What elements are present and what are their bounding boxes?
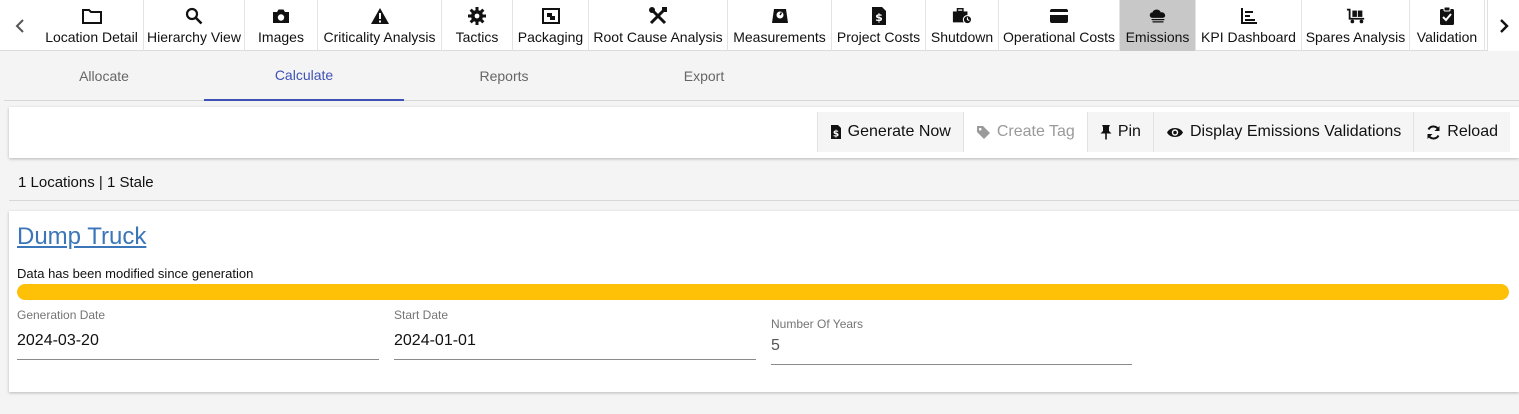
tool-label: Spares Analysis bbox=[1305, 29, 1406, 45]
stale-status-message: Data has been modified since generation bbox=[17, 266, 254, 281]
tab-calculate[interactable]: Calculate bbox=[204, 51, 404, 101]
tool-tactics[interactable]: Tactics bbox=[442, 0, 513, 51]
eye-icon bbox=[1166, 127, 1183, 137]
dollar-file-icon: $ bbox=[869, 6, 889, 26]
tool-root-cause-analysis[interactable]: Root Cause Analysis bbox=[589, 0, 728, 51]
package-icon bbox=[541, 6, 561, 26]
tool-kpi-dashboard[interactable]: KPI Dashboard bbox=[1196, 0, 1302, 51]
briefcase-clock-icon bbox=[952, 6, 972, 26]
bar-chart-icon bbox=[1239, 6, 1259, 26]
module-toolbar: Location Detail Hierarchy View Images Cr… bbox=[0, 0, 1519, 51]
dollar-file-icon: $ bbox=[830, 125, 841, 140]
tool-label: Project Costs bbox=[836, 29, 921, 45]
tool-spares-analysis[interactable]: Spares Analysis bbox=[1302, 0, 1410, 51]
svg-text:$: $ bbox=[833, 130, 839, 140]
number-of-years-label: Number Of Years bbox=[771, 317, 864, 331]
tool-label: Location Detail bbox=[45, 29, 138, 45]
stale-progress-fill bbox=[17, 284, 1509, 300]
tool-label: Shutdown bbox=[930, 29, 994, 45]
search-icon bbox=[184, 6, 204, 26]
generate-now-label: Generate Now bbox=[847, 123, 951, 140]
action-bar: $ Generate Now Create Tag Pin Display Em… bbox=[9, 107, 1519, 158]
tool-label: Images bbox=[258, 29, 304, 45]
tools-icon bbox=[648, 6, 668, 26]
location-title-link[interactable]: Dump Truck bbox=[17, 223, 146, 251]
tool-packaging[interactable]: Packaging bbox=[513, 0, 589, 51]
number-of-years-field[interactable]: Number Of Years 5 bbox=[771, 317, 1132, 365]
tool-label: Criticality Analysis bbox=[323, 29, 436, 45]
tool-validation[interactable]: Validation bbox=[1410, 0, 1485, 51]
number-of-years-value: 5 bbox=[771, 337, 780, 354]
tool-label: Root Cause Analysis bbox=[593, 29, 723, 45]
sub-tab-bar: Allocate Calculate Reports Export bbox=[4, 51, 1519, 101]
tool-operational-costs[interactable]: Operational Costs bbox=[999, 0, 1120, 51]
chevron-right-icon bbox=[1499, 18, 1509, 33]
refresh-icon bbox=[1427, 125, 1440, 139]
pin-button[interactable]: Pin bbox=[1086, 112, 1153, 152]
tool-emissions[interactable]: Emissions bbox=[1120, 0, 1196, 51]
reload-label: Reload bbox=[1447, 123, 1498, 140]
create-tag-button[interactable]: Create Tag bbox=[962, 112, 1087, 152]
generation-date-label: Generation Date bbox=[17, 308, 106, 322]
locations-summary: 1 Locations | 1 Stale bbox=[18, 174, 154, 191]
tab-allocate[interactable]: Allocate bbox=[4, 51, 204, 101]
clipboard-check-icon bbox=[1437, 6, 1457, 26]
svg-text:$: $ bbox=[875, 11, 883, 24]
create-tag-label: Create Tag bbox=[996, 123, 1075, 140]
folder-icon bbox=[81, 6, 102, 26]
tool-label: Validation bbox=[1416, 29, 1478, 45]
tool-label: Tactics bbox=[455, 29, 499, 45]
gear-icon bbox=[467, 6, 487, 26]
tag-icon bbox=[976, 125, 990, 139]
cloud-emissions-icon bbox=[1148, 6, 1168, 26]
tool-hierarchy-view[interactable]: Hierarchy View bbox=[144, 0, 245, 51]
scroll-left-button[interactable] bbox=[0, 0, 40, 51]
warning-icon bbox=[370, 6, 390, 26]
reload-button[interactable]: Reload bbox=[1413, 112, 1510, 152]
action-buttons: $ Generate Now Create Tag Pin Display Em… bbox=[816, 112, 1510, 152]
display-validations-label: Display Emissions Validations bbox=[1189, 123, 1402, 140]
start-date-label: Start Date bbox=[394, 308, 449, 322]
pin-icon bbox=[1100, 125, 1112, 140]
tool-measurements[interactable]: Measurements bbox=[728, 0, 832, 51]
divider bbox=[9, 200, 1519, 201]
credit-card-icon bbox=[1049, 6, 1069, 26]
generate-now-button[interactable]: $ Generate Now bbox=[816, 112, 963, 152]
tool-location-detail[interactable]: Location Detail bbox=[40, 0, 144, 51]
tool-label: Emissions bbox=[1125, 29, 1190, 45]
tool-label: Packaging bbox=[517, 29, 584, 45]
tool-project-costs[interactable]: $ Project Costs bbox=[832, 0, 926, 51]
tool-label: Hierarchy View bbox=[147, 29, 241, 45]
tool-label: Operational Costs bbox=[1002, 29, 1116, 45]
chevron-left-icon bbox=[15, 18, 24, 33]
tab-export[interactable]: Export bbox=[604, 51, 804, 101]
scale-icon bbox=[770, 6, 790, 26]
start-date-field[interactable]: Start Date 2024-01-01 bbox=[394, 308, 756, 360]
cart-icon bbox=[1346, 6, 1366, 26]
tool-label: Measurements bbox=[733, 29, 826, 45]
tool-shutdown[interactable]: Shutdown bbox=[926, 0, 999, 51]
display-emissions-validations-button[interactable]: Display Emissions Validations bbox=[1152, 112, 1414, 152]
pin-label: Pin bbox=[1117, 123, 1141, 140]
scroll-right-button[interactable] bbox=[1487, 0, 1519, 51]
tab-reports[interactable]: Reports bbox=[404, 51, 604, 101]
tool-label: KPI Dashboard bbox=[1201, 29, 1296, 45]
stale-progress-bar bbox=[17, 284, 1509, 300]
start-date-value: 2024-01-01 bbox=[394, 332, 476, 349]
generation-date-value: 2024-03-20 bbox=[17, 332, 99, 349]
tool-criticality-analysis[interactable]: Criticality Analysis bbox=[318, 0, 442, 51]
tool-images[interactable]: Images bbox=[245, 0, 318, 51]
camera-icon bbox=[271, 6, 291, 26]
generation-date-field[interactable]: Generation Date 2024-03-20 bbox=[17, 308, 379, 360]
location-card: Dump Truck Data has been modified since … bbox=[9, 211, 1519, 392]
